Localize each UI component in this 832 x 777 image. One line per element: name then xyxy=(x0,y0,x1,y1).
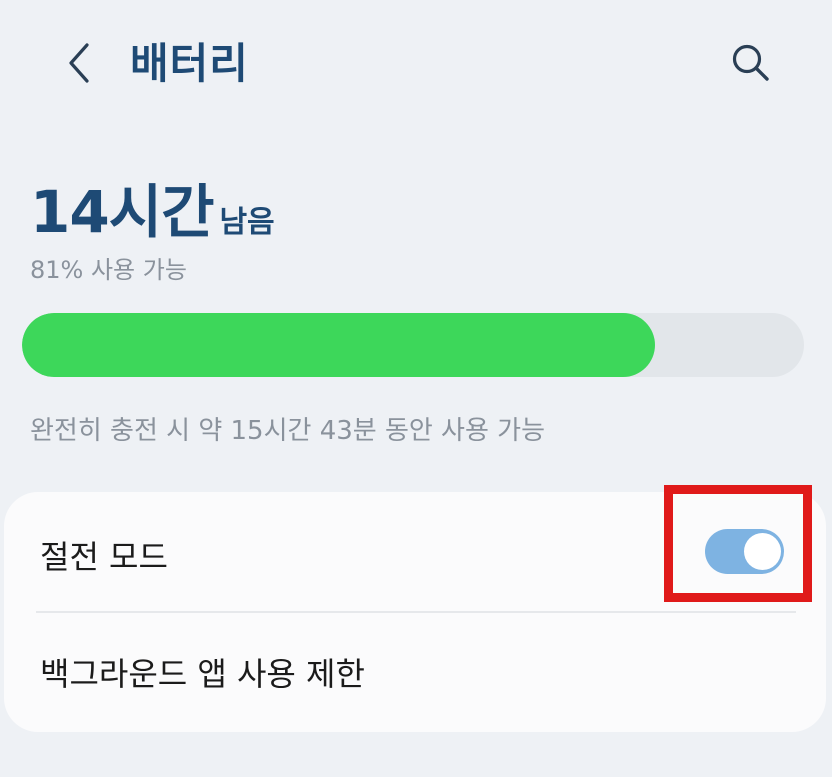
power-saving-toggle[interactable] xyxy=(705,529,784,574)
search-button[interactable] xyxy=(724,36,776,88)
toggle-knob xyxy=(744,533,781,570)
chevron-left-icon xyxy=(69,43,89,83)
background-limit-label: 백그라운드 앱 사용 제한 xyxy=(40,655,365,693)
search-icon xyxy=(732,44,769,81)
remaining-suffix: 남음 xyxy=(219,205,275,240)
full-charge-estimate: 완전히 충전 시 약 15시간 43분 동안 사용 가능 xyxy=(30,416,546,446)
page-title: 배터리 xyxy=(130,39,249,88)
back-button[interactable] xyxy=(56,38,100,88)
app-header: 배터리 xyxy=(0,0,832,130)
settings-card: 절전 모드 백그라운드 앱 사용 제한 xyxy=(4,492,826,732)
power-saving-label: 절전 모드 xyxy=(40,538,168,576)
background-limit-row[interactable]: 백그라운드 앱 사용 제한 xyxy=(4,613,826,732)
remaining-time: 14시간 xyxy=(30,178,214,246)
battery-remaining: 14시간 남음 xyxy=(30,165,275,249)
battery-level-bar xyxy=(22,313,804,377)
battery-level-fill xyxy=(22,313,656,377)
power-saving-row[interactable]: 절전 모드 xyxy=(4,492,826,612)
battery-available-text: 81% 사용 가능 xyxy=(30,256,187,284)
